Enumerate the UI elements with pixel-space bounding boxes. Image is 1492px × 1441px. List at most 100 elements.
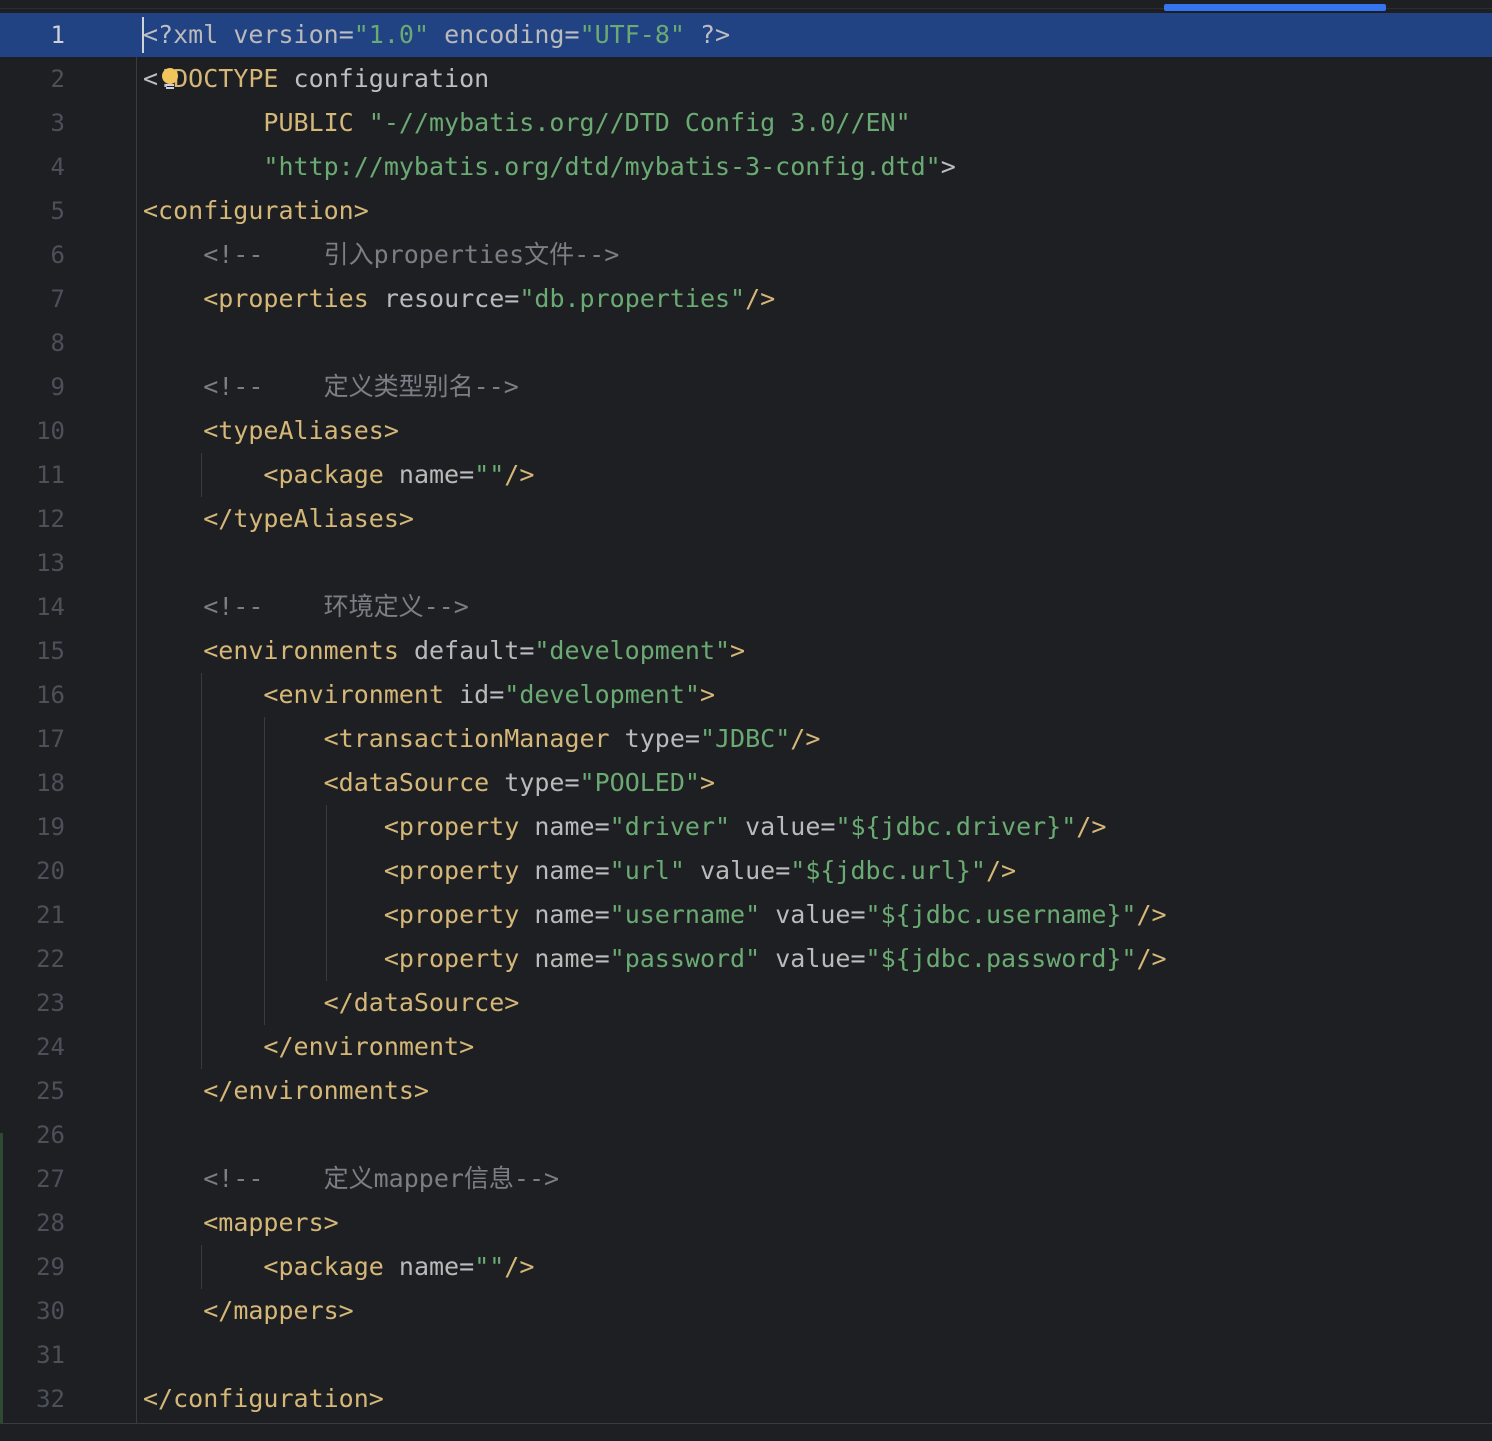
code-line[interactable]: 29 <package name=""/> (0, 1245, 1492, 1289)
line-number[interactable]: 6 (0, 233, 65, 277)
line-number[interactable]: 17 (0, 717, 65, 761)
line-number[interactable]: 4 (0, 145, 65, 189)
code-line[interactable]: 7 <properties resource="db.properties"/> (0, 277, 1492, 321)
code-text[interactable]: <property name="password" value="${jdbc.… (143, 937, 1167, 981)
code-line[interactable]: 4 "http://mybatis.org/dtd/mybatis-3-conf… (0, 145, 1492, 189)
code-line[interactable]: 21 <property name="username" value="${jd… (0, 893, 1492, 937)
line-number[interactable]: 10 (0, 409, 65, 453)
code-token: "http://mybatis.org/dtd/mybatis-3-config… (263, 152, 941, 181)
line-number[interactable]: 2 (0, 57, 65, 101)
code-line[interactable]: 31 (0, 1333, 1492, 1377)
line-number[interactable]: 5 (0, 189, 65, 233)
code-line[interactable]: 30 </mappers> (0, 1289, 1492, 1333)
line-number[interactable]: 8 (0, 321, 65, 365)
code-line[interactable]: 12 </typeAliases> (0, 497, 1492, 541)
code-line[interactable]: 23 </dataSource> (0, 981, 1492, 1025)
code-line[interactable]: 11 <package name=""/> (0, 453, 1492, 497)
line-number[interactable]: 19 (0, 805, 65, 849)
code-text[interactable]: PUBLIC "-//mybatis.org//DTD Config 3.0//… (143, 101, 910, 145)
code-text[interactable]: <?xml version="1.0" encoding="UTF-8" ?> (143, 13, 730, 57)
code-text[interactable]: <property name="driver" value="${jdbc.dr… (143, 805, 1107, 849)
code-line[interactable]: 32 </configuration> (0, 1377, 1492, 1421)
code-text[interactable]: </environment> (143, 1025, 474, 1069)
line-number[interactable]: 9 (0, 365, 65, 409)
code-token: = (594, 812, 610, 841)
code-text[interactable]: <property name="url" value="${jdbc.url}"… (143, 849, 1016, 893)
code-text[interactable]: <!-- 引入properties文件--> (143, 233, 619, 277)
scroll-position-marker[interactable] (1164, 4, 1386, 11)
code-editor[interactable]: 1 <?xml version="1.0" encoding="UTF-8" ?>… (0, 13, 1492, 1421)
line-number[interactable]: 16 (0, 673, 65, 717)
line-number[interactable]: 13 (0, 541, 65, 585)
code-line[interactable]: 22 <property name="password" value="${jd… (0, 937, 1492, 981)
line-number[interactable]: 31 (0, 1333, 65, 1377)
code-text[interactable]: <configuration> (143, 189, 369, 233)
code-line[interactable]: 18 <dataSource type="POOLED"> (0, 761, 1492, 805)
line-number[interactable]: 27 (0, 1157, 65, 1201)
code-text[interactable]: <environment id="development"> (143, 673, 715, 717)
code-line[interactable]: 25 </environments> (0, 1069, 1492, 1113)
code-line[interactable]: 14 <!-- 环境定义--> (0, 585, 1492, 629)
code-line[interactable]: 26 (0, 1113, 1492, 1157)
line-number[interactable]: 32 (0, 1377, 65, 1421)
line-number[interactable]: 20 (0, 849, 65, 893)
code-text[interactable]: <!-- 环境定义--> (143, 585, 469, 629)
code-text[interactable]: </typeAliases> (143, 497, 414, 541)
code-text[interactable]: </mappers> (143, 1289, 354, 1333)
code-line[interactable]: 28 <mappers> (0, 1201, 1492, 1245)
code-line[interactable]: 13 (0, 541, 1492, 585)
code-line[interactable]: 20 <property name="url" value="${jdbc.ur… (0, 849, 1492, 893)
code-line[interactable]: 1 <?xml version="1.0" encoding="UTF-8" ?> (0, 13, 1492, 57)
line-number[interactable]: 26 (0, 1113, 65, 1157)
line-number[interactable]: 12 (0, 497, 65, 541)
code-token: </configuration> (143, 1384, 384, 1413)
code-text[interactable]: <mappers> (143, 1201, 338, 1245)
code-text[interactable]: <environments default="development"> (143, 629, 745, 673)
line-number[interactable]: 7 (0, 277, 65, 321)
code-text[interactable]: </configuration> (143, 1377, 384, 1421)
code-line[interactable]: 16 <environment id="development"> (0, 673, 1492, 717)
code-text[interactable]: <dataSource type="POOLED"> (143, 761, 715, 805)
code-line[interactable]: 27 <!-- 定义mapper信息--> (0, 1157, 1492, 1201)
code-line[interactable]: 3 PUBLIC "-//mybatis.org//DTD Config 3.0… (0, 101, 1492, 145)
line-number[interactable]: 30 (0, 1289, 65, 1333)
code-text[interactable]: </dataSource> (143, 981, 520, 1025)
code-line[interactable]: 6 <!-- 引入properties文件--> (0, 233, 1492, 277)
code-text[interactable]: <typeAliases> (143, 409, 399, 453)
code-line[interactable]: 15 <environments default="development"> (0, 629, 1492, 673)
code-text[interactable]: <property name="username" value="${jdbc.… (143, 893, 1167, 937)
line-number[interactable]: 14 (0, 585, 65, 629)
code-line[interactable]: 8 (0, 321, 1492, 365)
code-token: </mappers> (203, 1296, 354, 1325)
code-line[interactable]: 17 <transactionManager type="JDBC"/> (0, 717, 1492, 761)
line-number[interactable]: 3 (0, 101, 65, 145)
line-number[interactable]: 25 (0, 1069, 65, 1113)
line-number[interactable]: 1 (0, 13, 65, 57)
code-text[interactable]: <!-- 定义mapper信息--> (143, 1157, 559, 1201)
code-text[interactable]: <transactionManager type="JDBC"/> (143, 717, 821, 761)
line-number[interactable]: 21 (0, 893, 65, 937)
line-number[interactable]: 22 (0, 937, 65, 981)
code-line[interactable]: 19 <property name="driver" value="${jdbc… (0, 805, 1492, 849)
code-line[interactable]: 2 <!DOCTYPE configuration (0, 57, 1492, 101)
code-text[interactable]: <!DOCTYPE configuration (143, 57, 489, 101)
lightbulb-icon[interactable] (160, 67, 180, 91)
code-line[interactable]: 24 </environment> (0, 1025, 1492, 1069)
code-line[interactable]: 10 <typeAliases> (0, 409, 1492, 453)
code-line[interactable]: 5 <configuration> (0, 189, 1492, 233)
code-text[interactable]: </environments> (143, 1069, 429, 1113)
code-text[interactable]: <!-- 定义类型别名--> (143, 365, 519, 409)
code-line[interactable]: 9 <!-- 定义类型别名--> (0, 365, 1492, 409)
line-number[interactable]: 24 (0, 1025, 65, 1069)
line-number[interactable]: 15 (0, 629, 65, 673)
code-token: "url" (609, 856, 685, 885)
line-number[interactable]: 11 (0, 453, 65, 497)
code-text[interactable]: "http://mybatis.org/dtd/mybatis-3-config… (143, 145, 955, 189)
line-number[interactable]: 28 (0, 1201, 65, 1245)
code-text[interactable]: <properties resource="db.properties"/> (143, 277, 775, 321)
line-number[interactable]: 18 (0, 761, 65, 805)
line-number[interactable]: 29 (0, 1245, 65, 1289)
line-number[interactable]: 23 (0, 981, 65, 1025)
